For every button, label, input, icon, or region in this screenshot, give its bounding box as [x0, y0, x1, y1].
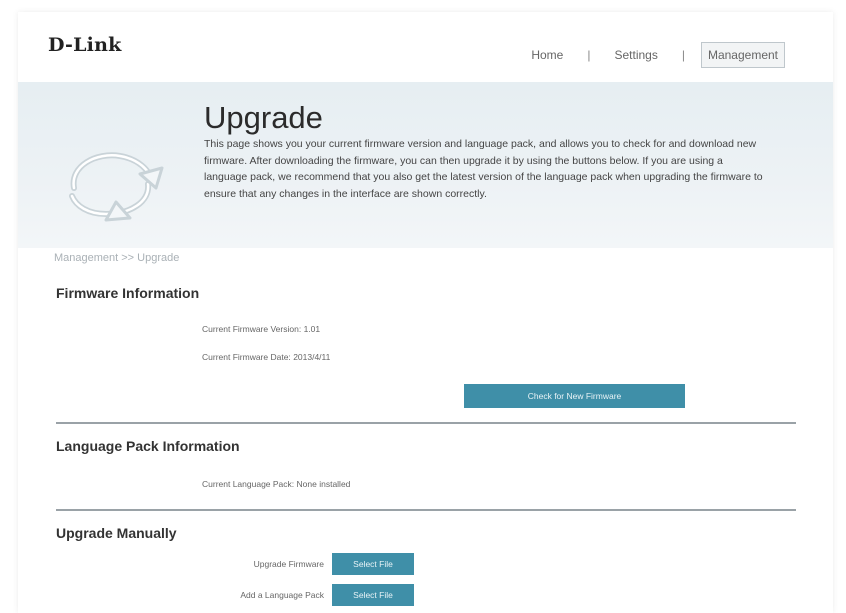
firmware-date-row: Current Firmware Date: 2013/4/11	[202, 352, 330, 362]
nav-settings[interactable]: Settings	[606, 44, 665, 66]
nav-separator: |	[681, 48, 685, 62]
page-title: Upgrade	[204, 100, 323, 135]
refresh-arrows-icon	[69, 152, 164, 222]
firmware-version-row: Current Firmware Version: 1.01	[202, 324, 320, 334]
firmware-version-label: Current Firmware Version:	[202, 324, 302, 334]
dlink-logo[interactable]: D-Link	[48, 34, 121, 56]
add-language-pack-label: Add a Language Pack	[240, 590, 324, 600]
firmware-date-label: Current Firmware Date:	[202, 352, 291, 362]
top-bar: D-Link Home | Settings | Management	[18, 12, 833, 82]
firmware-version-value: 1.01	[303, 324, 321, 334]
firmware-section-title: Firmware Information	[56, 285, 200, 301]
select-language-file-button[interactable]: Select File	[332, 584, 414, 606]
language-pack-row: Current Language Pack: None installed	[202, 479, 350, 489]
language-section-title: Language Pack Information	[56, 438, 240, 454]
firmware-date-value: 2013/4/11	[293, 352, 331, 362]
language-pack-value: None installed	[296, 479, 351, 489]
page-frame: D-Link Home | Settings | Management Upgr…	[18, 12, 833, 613]
page-banner: Upgrade This page shows you your current…	[18, 82, 833, 248]
language-pack-label: Current Language Pack:	[202, 479, 295, 489]
upgrade-firmware-label: Upgrade Firmware	[253, 559, 324, 569]
section-divider	[56, 422, 796, 424]
nav-management[interactable]: Management	[700, 42, 785, 68]
section-divider	[56, 509, 796, 511]
breadcrumb: Management >> Upgrade	[54, 252, 180, 264]
select-firmware-file-button[interactable]: Select File	[332, 553, 414, 575]
nav-home[interactable]: Home	[523, 44, 571, 66]
page-description: This page shows you your current firmwar…	[204, 138, 763, 200]
check-new-firmware-button[interactable]: Check for New Firmware	[464, 384, 685, 408]
nav-separator: |	[587, 48, 591, 62]
main-nav: Home | Settings | Management	[523, 42, 785, 68]
manual-section-title: Upgrade Manually	[56, 525, 177, 541]
